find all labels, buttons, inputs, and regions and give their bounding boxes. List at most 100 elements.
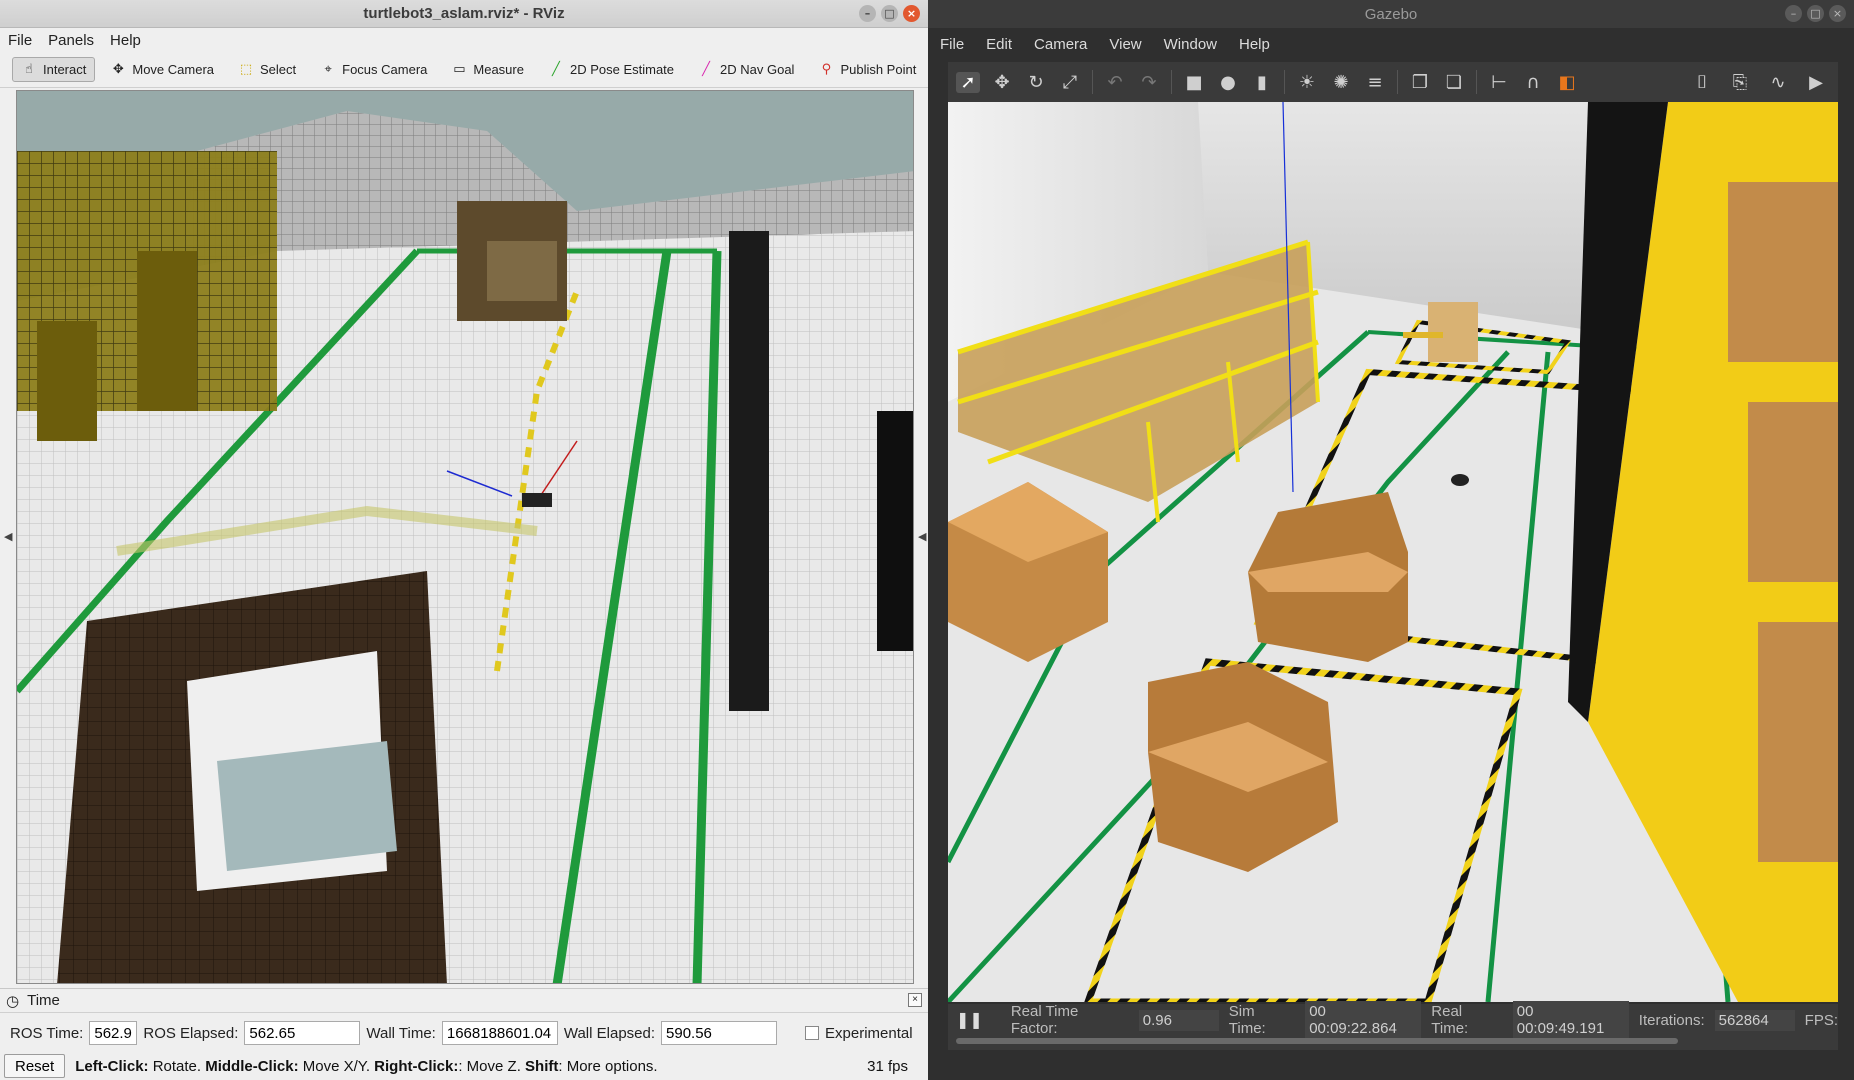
menu-view[interactable]: View xyxy=(1109,36,1141,53)
menu-edit[interactable]: Edit xyxy=(986,36,1012,53)
tool-label: Focus Camera xyxy=(342,62,428,77)
translate-mode-icon[interactable]: ✥ xyxy=(990,72,1014,93)
pose-estimate-icon: ╱ xyxy=(552,62,560,77)
clock-icon: ◷ xyxy=(6,991,20,1010)
tool-label: 2D Nav Goal xyxy=(720,62,795,77)
menu-help[interactable]: Help xyxy=(1239,36,1270,53)
publish-point-icon: ⚲ xyxy=(821,62,832,77)
video-record-icon[interactable]: ▶ xyxy=(1804,72,1828,93)
rtf-value: 0.96 xyxy=(1138,1009,1219,1031)
collapse-left-icon[interactable]: ◀ xyxy=(4,530,12,543)
interact-icon: ☝ xyxy=(25,62,33,77)
iterations-value: 562864 xyxy=(1714,1009,1795,1031)
turtlebot-model xyxy=(1451,474,1469,486)
rviz-3d-viewport[interactable] xyxy=(16,90,914,984)
tool-select[interactable]: ⬚ Select xyxy=(229,57,305,82)
nav-goal-icon: ╱ xyxy=(702,62,710,77)
tool-2d-nav-goal[interactable]: ╱ 2D Nav Goal xyxy=(689,57,803,82)
wall-time-label: Wall Time: xyxy=(366,1024,436,1042)
mouse-hint: Left-Click: Rotate. Middle-Click: Move X… xyxy=(75,1057,658,1075)
rviz-toolbar: ☝ Interact ✥ Move Camera ⬚ Select ⌖ Focus Ca… xyxy=(0,52,928,88)
tool-interact[interactable]: ☝ Interact xyxy=(12,57,96,82)
measure-icon: ▭ xyxy=(453,62,466,77)
real-time-value: 00 00:09:49.191 xyxy=(1512,1001,1629,1039)
experimental-checkbox[interactable] xyxy=(805,1026,820,1040)
fps-label: FPS: xyxy=(1804,1011,1839,1029)
rtf-label: Real Time Factor: xyxy=(1010,1003,1079,1037)
ros-elapsed-field[interactable] xyxy=(244,1021,361,1045)
time-panel-header: ◷ Time × xyxy=(0,989,928,1013)
pause-icon[interactable]: ❚❚ xyxy=(956,1010,983,1030)
real-time-label: Real Time: xyxy=(1431,1003,1469,1037)
redo-icon[interactable]: ↷ xyxy=(1137,72,1161,93)
time-panel-title: Time xyxy=(27,992,60,1009)
gazebo-status-bar: ❚❚ Real Time Factor: 0.96 Sim Time: 00 0… xyxy=(948,1001,1839,1050)
rviz-window: turtlebot3_aslam.rviz* - RViz – □ × File… xyxy=(0,0,928,1080)
gazebo-window: Gazebo – □ × File Edit Camera View Windo… xyxy=(928,0,1854,1080)
change-view-icon[interactable]: ◧ xyxy=(1555,72,1579,93)
point-light-icon[interactable]: ☀ xyxy=(1295,72,1319,93)
log-icon[interactable]: ⎘ xyxy=(1728,72,1752,93)
minimize-button[interactable]: – xyxy=(1785,5,1802,22)
scale-mode-icon[interactable]: ⤢ xyxy=(1058,72,1082,93)
gazebo-3d-viewport[interactable] xyxy=(948,102,1838,1002)
menu-camera[interactable]: Camera xyxy=(1034,36,1087,53)
tool-label: Publish Point xyxy=(840,62,917,77)
rotate-mode-icon[interactable]: ↻ xyxy=(1024,72,1048,93)
directional-light-icon[interactable]: ≡ xyxy=(1363,72,1387,93)
tool-label: Measure xyxy=(473,62,524,77)
menu-help[interactable]: Help xyxy=(110,32,141,49)
ros-elapsed-label: ROS Elapsed: xyxy=(143,1024,239,1042)
tool-label: Move Camera xyxy=(132,62,214,77)
sim-time-label: Sim Time: xyxy=(1228,1003,1266,1037)
tool-measure[interactable]: ▭ Measure xyxy=(442,57,533,82)
tool-label: 2D Pose Estimate xyxy=(569,62,675,77)
gazebo-titlebar: Gazebo – □ × xyxy=(928,0,1854,28)
cylinder-shape-icon[interactable]: ▮ xyxy=(1250,72,1274,93)
menu-file[interactable]: File xyxy=(940,36,964,53)
menu-file[interactable]: File xyxy=(8,32,32,49)
warehouse-scene xyxy=(948,102,1838,1002)
tool-publish-point[interactable]: ⚲ Publish Point xyxy=(809,57,925,82)
select-mode-icon[interactable]: ➚ xyxy=(956,71,980,93)
plot-icon[interactable]: ∿ xyxy=(1766,72,1790,93)
maximize-button[interactable]: □ xyxy=(881,5,898,22)
maximize-button[interactable]: □ xyxy=(1807,5,1824,22)
time-panel: ◷ Time × ROS Time: ROS Elapsed: Wall Tim… xyxy=(0,988,928,1080)
rviz-titlebar: turtlebot3_aslam.rviz* - RViz – □ × xyxy=(0,0,928,28)
sphere-shape-icon[interactable]: ● xyxy=(1216,72,1240,93)
align-icon[interactable]: ⊢ xyxy=(1487,72,1511,93)
horizontal-scrollbar[interactable] xyxy=(956,1038,1678,1044)
spot-light-icon[interactable]: ✺ xyxy=(1329,72,1353,93)
tool-move-camera[interactable]: ✥ Move Camera xyxy=(101,57,223,82)
tool-focus-camera[interactable]: ⌖ Focus Camera xyxy=(311,57,436,82)
rviz-status-bar: Reset Left-Click: Rotate. Middle-Click: … xyxy=(0,1052,928,1080)
copy-icon[interactable]: ❐ xyxy=(1408,72,1432,93)
collapse-right-icon[interactable]: ◀ xyxy=(918,530,926,543)
gazebo-toolbar: ➚ ✥ ↻ ⤢ ↶ ↷ ■ ● ▮ ☀ ✺ ≡ ❐ ❏ ⊢ ∩ ◧ ⌷ ⎘ ∿ … xyxy=(948,62,1838,102)
octomap-scene xyxy=(17,91,913,983)
wall-time-field[interactable] xyxy=(441,1021,558,1045)
tool-2d-pose-estimate[interactable]: ╱ 2D Pose Estimate xyxy=(539,57,683,82)
minimize-button[interactable]: – xyxy=(859,5,876,22)
reset-button[interactable]: Reset xyxy=(4,1054,66,1078)
ros-time-field[interactable] xyxy=(89,1021,138,1045)
box-shape-icon[interactable]: ■ xyxy=(1182,72,1206,93)
menu-window[interactable]: Window xyxy=(1164,36,1217,53)
close-button[interactable]: × xyxy=(1829,5,1846,22)
close-panel-button[interactable]: × xyxy=(908,993,922,1007)
wall-elapsed-label: Wall Elapsed: xyxy=(563,1024,656,1042)
focus-camera-icon: ⌖ xyxy=(324,62,332,77)
wall-elapsed-field[interactable] xyxy=(661,1021,778,1045)
ros-time-label: ROS Time: xyxy=(10,1024,84,1042)
rviz-title: turtlebot3_aslam.rviz* - RViz xyxy=(363,5,565,22)
paste-icon[interactable]: ❏ xyxy=(1442,72,1466,93)
snap-icon[interactable]: ∩ xyxy=(1521,72,1545,93)
fps-readout: 31 fps xyxy=(867,1057,908,1075)
undo-icon[interactable]: ↶ xyxy=(1103,72,1127,93)
tool-label: Select xyxy=(260,62,297,77)
screenshot-icon[interactable]: ⌷ xyxy=(1690,72,1714,93)
menu-panels[interactable]: Panels xyxy=(48,32,94,49)
move-camera-icon: ✥ xyxy=(112,62,124,77)
close-button[interactable]: × xyxy=(903,5,920,22)
